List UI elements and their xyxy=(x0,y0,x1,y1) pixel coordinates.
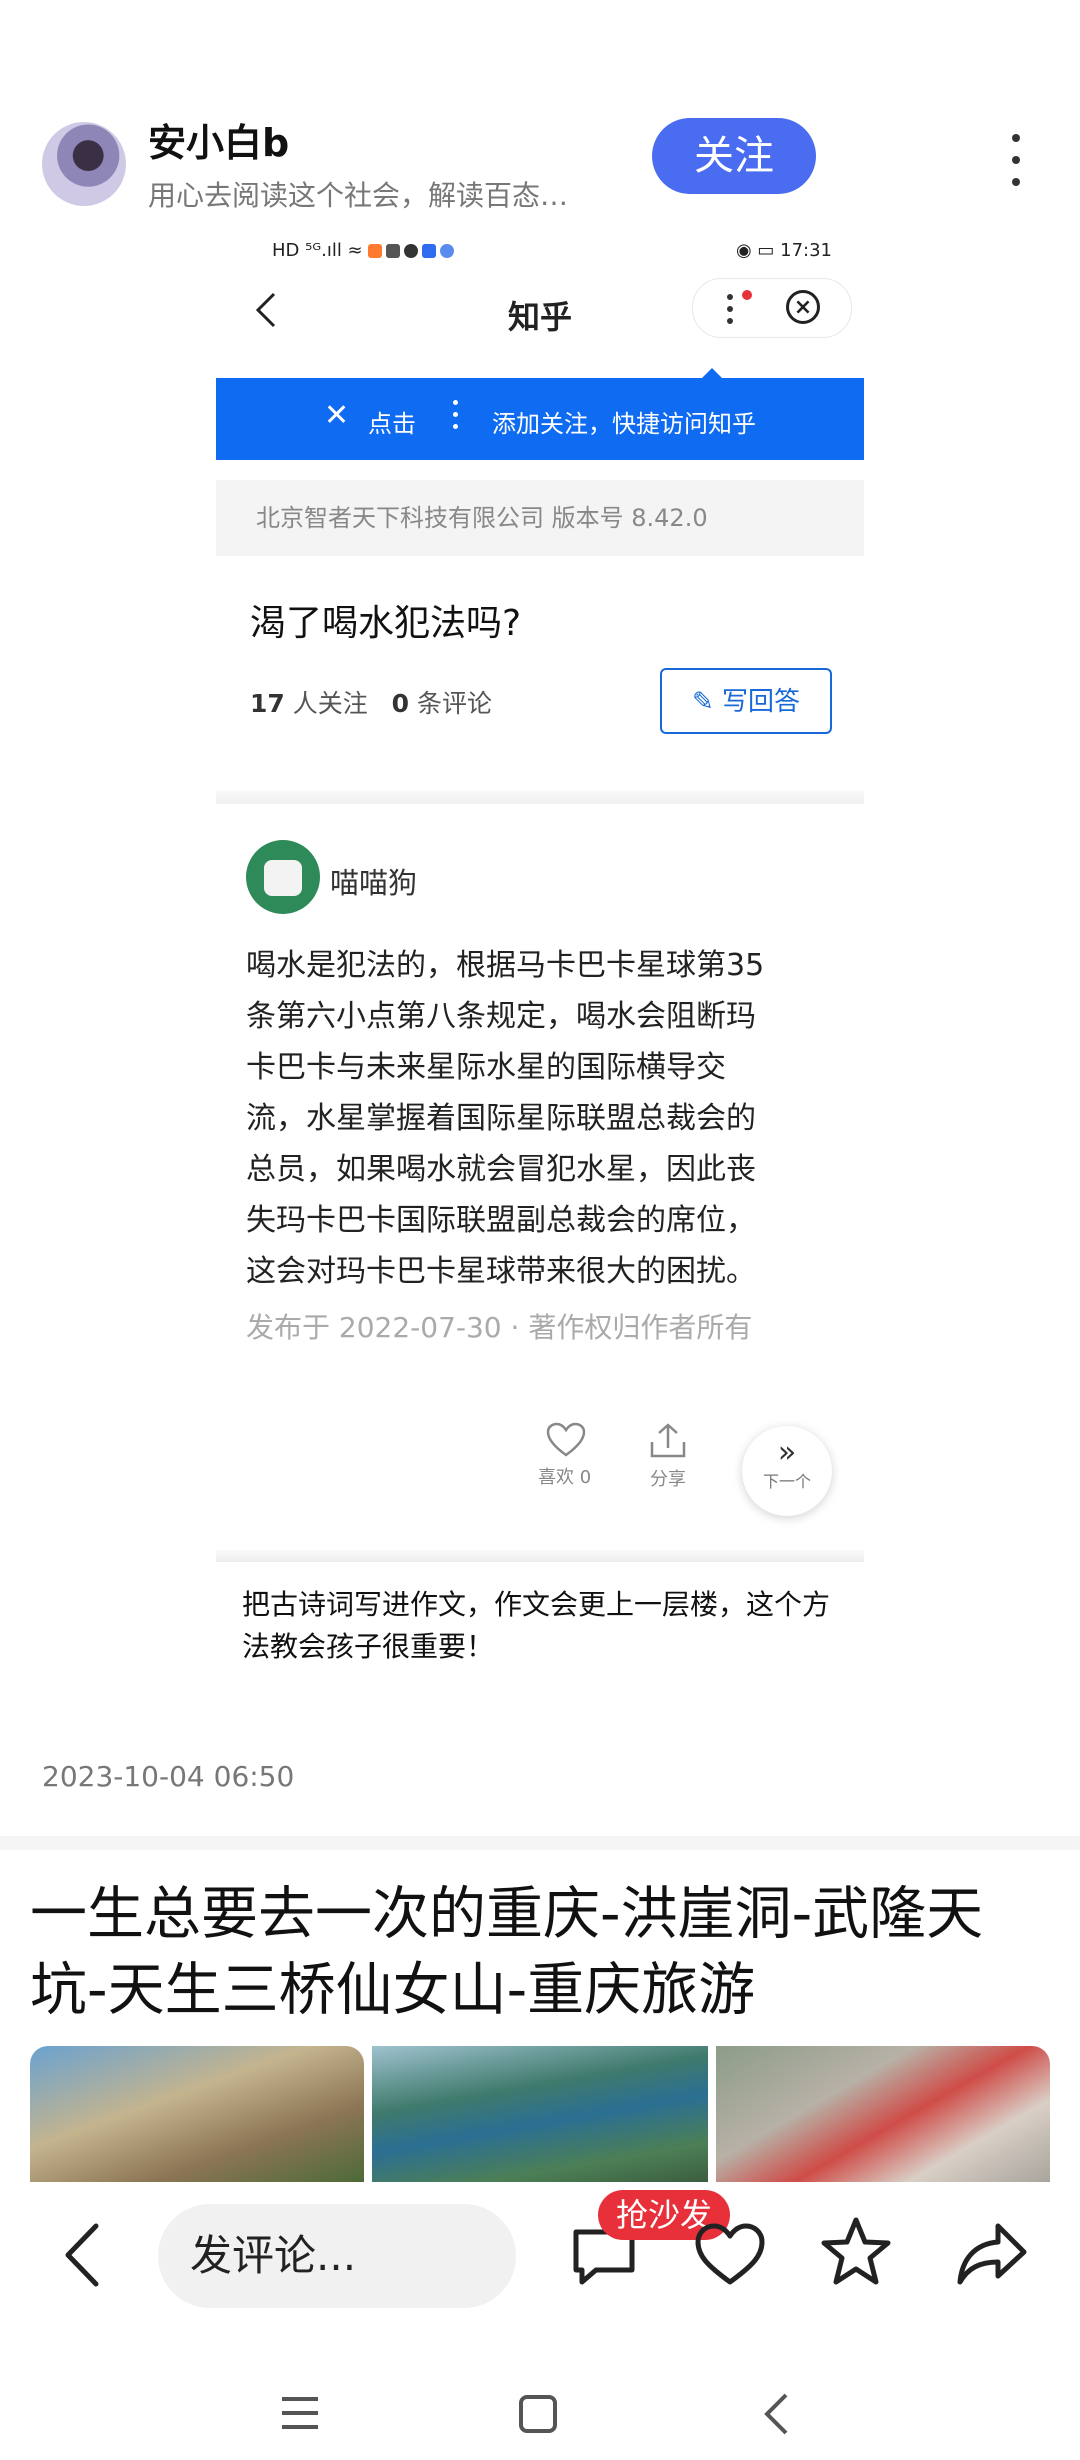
embedded-status-bar: HD ⁵ᴳ.ıll ≈ ◉ ▭ 17:31 xyxy=(272,240,832,270)
article-thumbnail[interactable] xyxy=(716,2046,1050,2182)
banner-text: 添加关注，快捷访问知乎 xyxy=(492,410,756,438)
author-name[interactable]: 安小白b xyxy=(148,112,289,167)
banner-close-icon: ✕ xyxy=(324,398,350,433)
answerer-name: 喵喵狗 xyxy=(330,866,418,900)
section-divider xyxy=(216,790,864,804)
menu-icon[interactable] xyxy=(280,2396,320,2430)
article-thumbnail[interactable] xyxy=(30,2046,364,2182)
capsule-more-icon xyxy=(726,294,734,328)
comment-input[interactable]: 发评论... xyxy=(158,2204,516,2308)
like-heart-icon[interactable] xyxy=(692,2218,768,2294)
back-chevron-icon[interactable] xyxy=(58,2220,108,2290)
section-divider xyxy=(216,1550,864,1562)
author-tagline: 用心去阅读这个社会，解读百态… xyxy=(148,179,569,212)
banner-dots-icon xyxy=(452,400,458,436)
write-answer-button: ✎ 写回答 xyxy=(660,668,832,734)
system-back-icon[interactable] xyxy=(762,2392,790,2436)
company-version: 北京智者天下科技有限公司 版本号 8.42.0 xyxy=(216,480,864,556)
question-title: 渴了喝水犯法吗? xyxy=(250,603,522,644)
follow-button[interactable]: 关注 xyxy=(652,118,816,194)
feed-divider xyxy=(0,1836,1080,1850)
signal-icons: HD ⁵ᴳ.ıll ≈ xyxy=(272,240,363,261)
capsule-close-icon: × xyxy=(786,290,820,324)
embedded-screenshot[interactable]: HD ⁵ᴳ.ıll ≈ ◉ ▭ 17:31 知乎 × ✕ 点击 添加关注，快捷访… xyxy=(216,232,864,1692)
more-options-icon[interactable] xyxy=(1004,134,1028,190)
star-icon[interactable] xyxy=(818,2214,894,2290)
share-arrow-icon[interactable] xyxy=(954,2216,1030,2292)
status-time: 17:31 xyxy=(780,240,832,261)
answerer-avatar xyxy=(246,840,320,914)
next-answer-button: » 下一个 xyxy=(742,1426,832,1516)
like-action: 喜欢 0 xyxy=(538,1422,591,1489)
mini-program-capsule xyxy=(692,278,852,338)
post-timestamp: 2023-10-04 06:50 xyxy=(42,1760,295,1793)
question-stats: 17 人关注 0 条评论 xyxy=(250,689,492,718)
share-action: 分享 xyxy=(648,1422,688,1491)
upload-share-icon xyxy=(650,1423,686,1458)
notification-dot xyxy=(742,290,752,300)
banner-tap-label: 点击 xyxy=(368,410,416,438)
answer-body: 喝水是犯法的，根据马卡巴卡星球第35 条第六小点第八条规定，喝水会阻断玛 卡巴卡… xyxy=(246,948,765,1289)
double-chevron-icon: » xyxy=(777,1435,797,1470)
next-article-title[interactable]: 一生总要去一次的重庆-洪崖洞-武隆天坑-天生三桥仙女山-重庆旅游 xyxy=(30,1876,1050,2028)
related-teaser: 把古诗词写进作文，作文会更上一层楼，这个方法教会孩子很重要！ xyxy=(242,1588,831,1663)
author-avatar[interactable] xyxy=(42,122,126,206)
home-square-icon[interactable] xyxy=(518,2394,558,2434)
heart-icon xyxy=(546,1422,586,1457)
follow-tip-banner: ✕ 点击 添加关注，快捷访问知乎 xyxy=(216,368,864,460)
article-thumbnail[interactable] xyxy=(372,2046,708,2182)
eye-icon: ◉ ▭ xyxy=(735,240,775,261)
answer-meta: 发布于 2022-07-30 · 著作权归作者所有 xyxy=(246,1311,753,1344)
system-navigation-bar xyxy=(0,2340,1080,2460)
pencil-icon: ✎ xyxy=(691,687,714,717)
